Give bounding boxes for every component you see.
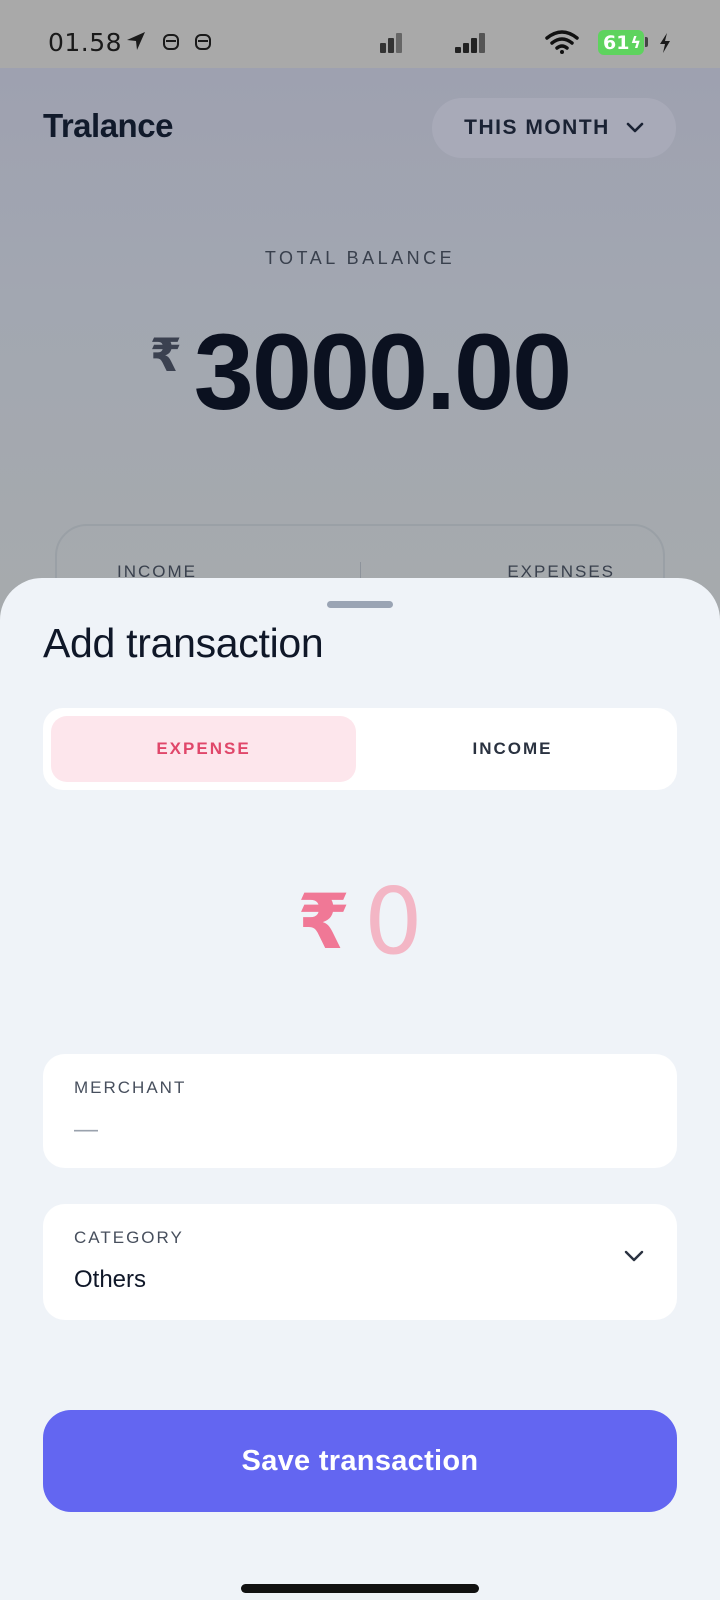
app-title: Tralance — [43, 107, 173, 144]
merchant-label: MERCHANT — [74, 1078, 187, 1097]
mask-icon — [162, 33, 180, 56]
chevron-down-icon — [626, 116, 644, 140]
category-value: Others — [74, 1266, 147, 1293]
total-balance-label: TOTAL BALANCE — [264, 248, 456, 268]
merchant-field[interactable]: MERCHANT — [43, 1054, 677, 1168]
save-transaction-button[interactable]: Save transaction — [43, 1410, 677, 1512]
tab-expense[interactable]: EXPENSE — [51, 716, 356, 782]
type-segmented-control: EXPENSE INCOME — [43, 708, 677, 790]
status-bar: 01.58 61 ϟ — [0, 0, 720, 68]
balance-amount: 3000.00 — [193, 311, 572, 432]
wifi-icon — [545, 30, 579, 59]
tab-income[interactable]: INCOME — [356, 716, 669, 782]
screen: 01.58 61 ϟ Tralance THIS MONTH TOTAL BAL… — [0, 0, 720, 1600]
amount-value: 0 — [364, 868, 423, 975]
location-arrow-icon — [125, 30, 147, 57]
battery-icon: 61 ϟ — [598, 30, 644, 55]
amount-input[interactable]: ₹ 0 — [0, 868, 720, 975]
charging-icon: ϟ — [630, 33, 642, 52]
battery-tip — [645, 37, 648, 47]
total-balance: ₹ 3000.00 — [0, 318, 720, 426]
period-selector[interactable]: THIS MONTH — [432, 98, 676, 158]
chevron-down-icon — [624, 1250, 644, 1268]
balance-currency: ₹ — [149, 329, 182, 381]
sheet-title: Add transaction — [43, 620, 324, 666]
charging-icon — [658, 32, 672, 59]
amount-currency: ₹ — [297, 880, 351, 965]
category-select[interactable]: CATEGORY Others — [43, 1204, 677, 1320]
status-time: 01.58 — [48, 28, 123, 57]
sheet-grabber[interactable] — [327, 601, 393, 608]
mask-icon — [194, 33, 212, 56]
signal-bars-icon — [455, 31, 491, 60]
home-indicator[interactable] — [241, 1584, 479, 1593]
signal-bars-icon — [380, 31, 410, 60]
battery-level: 61 — [603, 31, 630, 54]
period-label: THIS MONTH — [464, 116, 610, 139]
merchant-input[interactable] — [74, 1116, 594, 1144]
add-transaction-sheet: Add transaction EXPENSE INCOME ₹ 0 MERCH… — [0, 578, 720, 1600]
category-label: CATEGORY — [74, 1228, 184, 1247]
